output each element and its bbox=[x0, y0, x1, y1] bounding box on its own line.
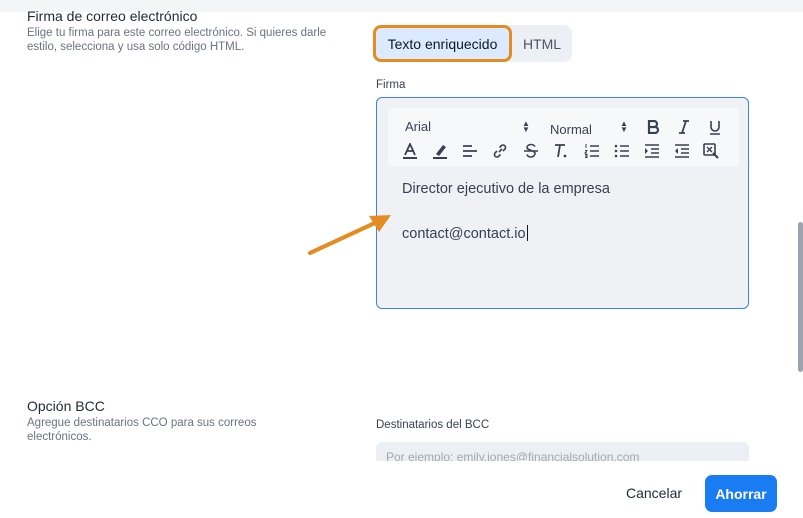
outdent-icon[interactable] bbox=[673, 142, 691, 160]
editor-toolbar: Arial ▲ ▼ Normal ▲ ▼ bbox=[388, 108, 739, 166]
clear-format-icon[interactable] bbox=[552, 142, 570, 160]
font-size-select[interactable]: Normal bbox=[550, 122, 630, 138]
font-family-arrow-icon: ▲ ▼ bbox=[522, 119, 530, 134]
html-tab[interactable]: HTML bbox=[512, 25, 572, 62]
strikethrough-icon[interactable] bbox=[522, 142, 540, 160]
save-button[interactable]: Ahorrar bbox=[705, 475, 777, 512]
signature-line-1: Director ejecutivo de la empresa bbox=[402, 181, 610, 197]
signature-field-label: Firma bbox=[376, 79, 406, 91]
signature-description: Elige tu firma para este correo electrón… bbox=[27, 27, 327, 53]
text-caret bbox=[526, 225, 528, 241]
bcc-title: Opción BCC bbox=[27, 398, 105, 414]
italic-icon[interactable] bbox=[675, 118, 693, 136]
highlight-icon[interactable] bbox=[431, 142, 449, 160]
bold-icon[interactable] bbox=[644, 118, 662, 136]
rich-text-tab[interactable]: Texto enriquecido bbox=[373, 25, 512, 62]
cancel-button[interactable]: Cancelar bbox=[614, 479, 694, 507]
font-size-value: Normal bbox=[550, 122, 592, 137]
font-family-select[interactable]: Arial bbox=[405, 119, 525, 135]
ordered-list-icon[interactable] bbox=[583, 142, 601, 160]
scrollbar[interactable] bbox=[798, 222, 803, 372]
indent-icon[interactable] bbox=[643, 142, 661, 160]
bcc-field-label: Destinatarios del BCC bbox=[376, 419, 490, 431]
editor-mode-toggle: Texto enriquecido HTML bbox=[373, 25, 572, 62]
signature-editor[interactable]: Arial ▲ ▼ Normal ▲ ▼ Director ejecutivo … bbox=[376, 97, 749, 309]
font-size-arrow-icon: ▲ ▼ bbox=[620, 119, 628, 134]
bcc-description: Agregue destinatarios CCO para sus corre… bbox=[27, 417, 257, 443]
remove-format-icon[interactable] bbox=[702, 142, 720, 160]
bullet-list-icon[interactable] bbox=[613, 142, 631, 160]
signature-title: Firma de correo electrónico bbox=[27, 8, 198, 24]
annotation-arrow-icon bbox=[308, 215, 391, 255]
underline-icon[interactable] bbox=[706, 118, 724, 136]
align-icon[interactable] bbox=[461, 142, 479, 160]
link-icon[interactable] bbox=[491, 142, 509, 160]
signature-line-2: contact@contact.io bbox=[402, 225, 528, 242]
text-color-icon[interactable] bbox=[401, 142, 419, 160]
font-family-value: Arial bbox=[405, 119, 432, 134]
